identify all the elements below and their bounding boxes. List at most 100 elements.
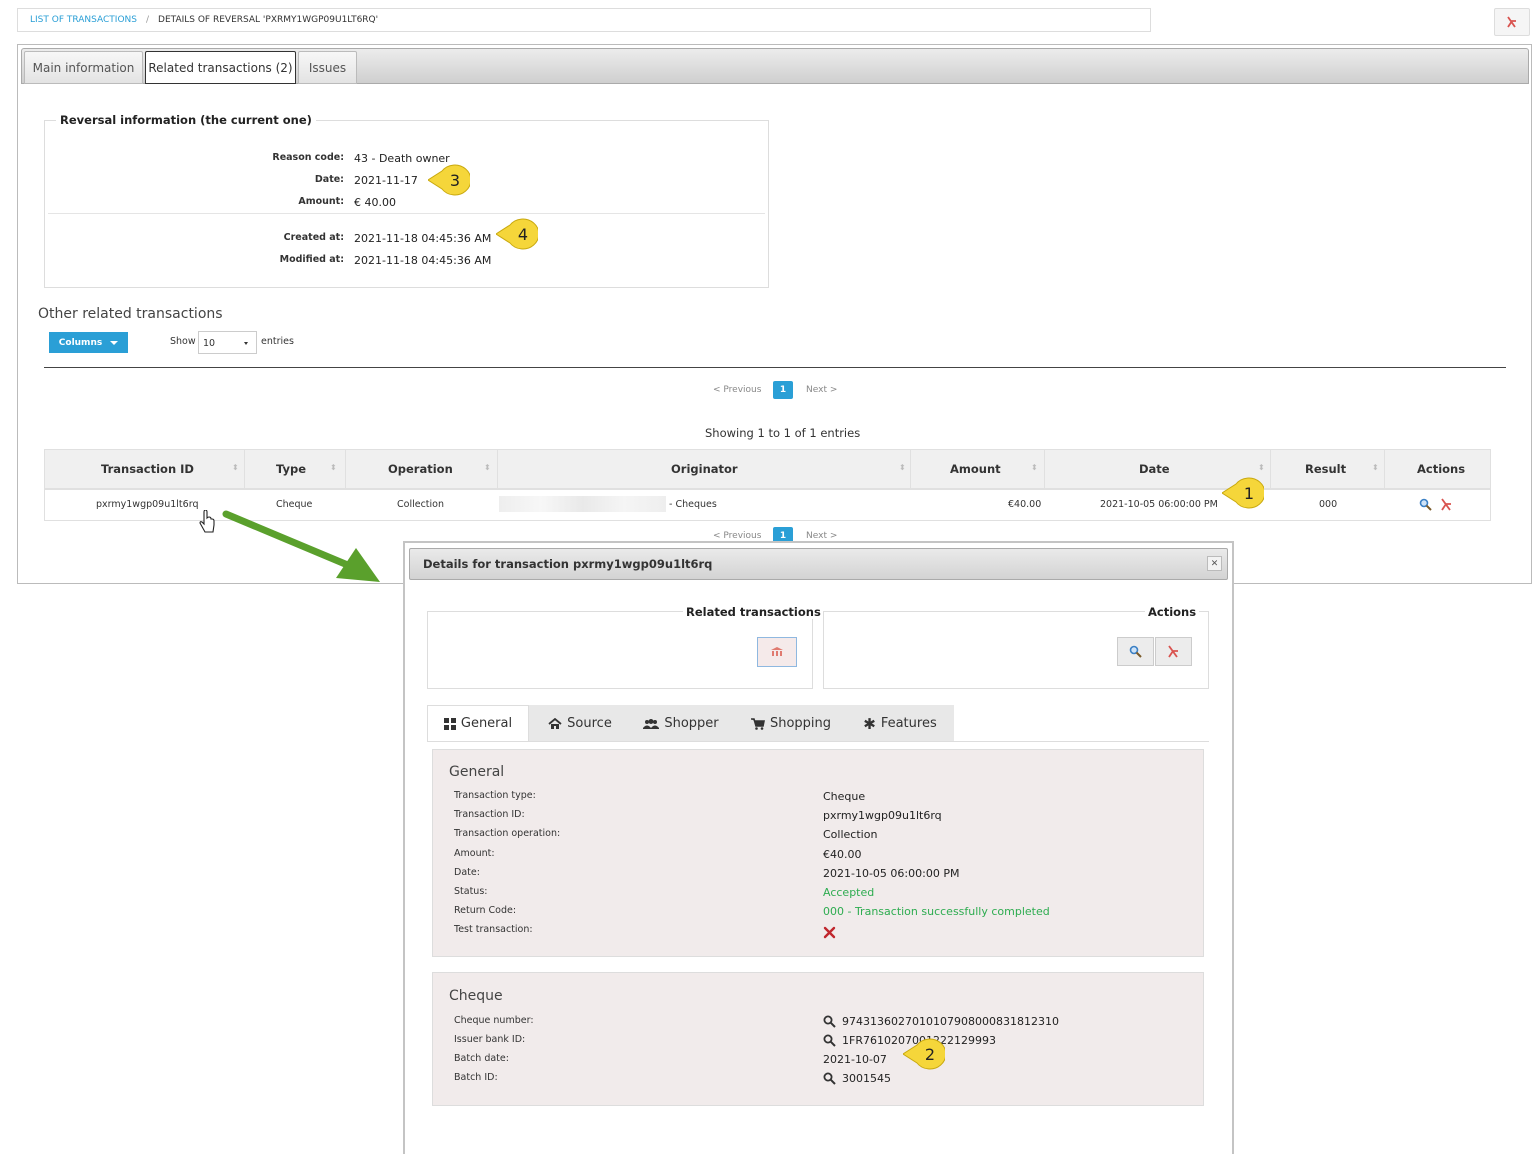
users-icon — [643, 718, 660, 729]
reversal-legend: Reversal information (the current one) — [56, 113, 316, 127]
tab-related-transactions[interactable]: Related transactions (2) — [145, 51, 296, 84]
date-label: Date: — [314, 174, 344, 185]
columns-button-label: Columns — [58, 337, 103, 348]
search-icon[interactable] — [823, 1034, 836, 1047]
related-transaction-button[interactable] — [757, 637, 797, 667]
annotation-arrow — [222, 510, 380, 582]
tab-issues[interactable]: Issues — [298, 51, 357, 84]
breadcrumb-link-transactions[interactable]: LIST OF TRANSACTIONS — [30, 15, 137, 25]
search-icon[interactable] — [823, 1072, 836, 1085]
field-label: Transaction type: — [454, 790, 536, 801]
batch-id-text: 3001545 — [842, 1072, 891, 1085]
pdf-button[interactable] — [1155, 637, 1192, 666]
cheque-number-text: 97431360270101079080008318123​10 — [842, 1015, 1059, 1028]
field-label: Status: — [454, 886, 488, 897]
hand-cursor-icon — [199, 510, 215, 533]
modal-tab-source[interactable]: Source — [540, 705, 620, 742]
modal-tab-underline — [427, 741, 1209, 742]
cell-operation: Collection — [397, 499, 444, 510]
tab-main-information[interactable]: Main information — [24, 51, 143, 84]
cell-transaction-id[interactable]: pxrmy1wgp09u1lt6rq — [96, 499, 198, 510]
col-header-amount[interactable]: Amount — [950, 462, 1001, 476]
sort-icon: ⬍ — [232, 463, 239, 472]
field-label: Cheque number: — [454, 1015, 534, 1026]
modified-at-value: 2021-11-18 04:45:36 AM — [354, 254, 492, 267]
created-at-label: Created at: — [283, 232, 344, 243]
pdf-icon[interactable] — [1440, 498, 1453, 511]
col-header-transaction-id[interactable]: Transaction ID — [101, 462, 194, 476]
pagination-previous[interactable]: < Previous — [713, 385, 761, 395]
modal-tab-shopping[interactable]: Shopping — [746, 705, 836, 742]
col-header-originator[interactable]: Originator — [671, 462, 738, 476]
callout-4: 4 — [496, 218, 538, 250]
field-value: €40.00 — [823, 848, 862, 861]
home-icon — [548, 717, 562, 729]
modal-tab-shopper[interactable]: Shopper — [638, 705, 724, 742]
export-pdf-button[interactable] — [1494, 8, 1530, 36]
field-label: Issuer bank ID: — [454, 1034, 526, 1045]
status-value: Accepted — [823, 886, 875, 899]
show-label: Show — [170, 336, 196, 347]
cheque-number-value: 97431360270101079080008318123​10 — [823, 1015, 1059, 1028]
modal-tab-shopper-label: Shopper — [664, 716, 719, 731]
callout-3-number: 3 — [450, 171, 460, 190]
modal-tab-shopping-label: Shopping — [769, 716, 832, 731]
callout-1: 1 — [1222, 477, 1264, 509]
bank-icon — [771, 647, 783, 656]
columns-button[interactable]: Columns — [49, 332, 128, 353]
field-label: Batch date: — [454, 1053, 509, 1064]
field-label: Test transaction: — [454, 924, 533, 935]
modal-tab-general[interactable]: General — [427, 705, 529, 742]
cell-originator: - Cheques — [669, 499, 717, 510]
cell-amount: €40.00 — [1008, 499, 1042, 510]
return-code-value: 000 - Transaction successfully completed — [823, 905, 1050, 918]
search-icon[interactable] — [1419, 498, 1432, 511]
modified-at-label: Modified at: — [279, 254, 344, 265]
field-value: 2021-10-05 06:00:00 PM — [823, 867, 960, 880]
pagination-page-1[interactable]: 1 — [773, 381, 793, 399]
entries-label: entries — [261, 336, 294, 347]
col-header-date[interactable]: Date — [1139, 462, 1170, 476]
actions-title: Actions — [1145, 605, 1200, 619]
field-label: Transaction operation: — [454, 828, 561, 839]
pdf-icon — [1507, 16, 1516, 28]
sort-icon: ⬍ — [1031, 463, 1038, 472]
col-header-operation[interactable]: Operation — [388, 462, 453, 476]
col-header-result[interactable]: Result — [1305, 462, 1346, 476]
modal-tab-features-label: Features — [880, 716, 937, 731]
created-at-value: 2021-11-18 04:45:36 AM — [354, 232, 492, 245]
col-header-type[interactable]: Type — [276, 462, 306, 476]
view-button[interactable] — [1117, 637, 1154, 666]
cart-icon — [750, 717, 765, 730]
pagination-next-bottom[interactable]: Next > — [806, 531, 837, 541]
close-button[interactable]: ✕ — [1207, 556, 1222, 571]
amount-label: Amount: — [298, 196, 344, 207]
table-top-rule — [44, 367, 1506, 368]
field-label: Amount: — [454, 848, 495, 859]
field-label: Transaction ID: — [454, 809, 525, 820]
batch-id-value: 3001545 — [823, 1072, 891, 1085]
sort-icon: ⬍ — [484, 463, 491, 472]
callout-2-number: 2 — [925, 1045, 935, 1064]
modal-tab-source-label: Source — [567, 716, 612, 731]
table-header — [44, 449, 1491, 489]
pagination-next[interactable]: Next > — [806, 385, 837, 395]
related-transactions-title: Related transactions — [683, 605, 824, 619]
other-related-title: Other related transactions — [38, 306, 223, 322]
cheque-section-title: Cheque — [449, 988, 503, 1004]
divider — [48, 213, 765, 214]
date-value: 2021-11-17 — [354, 174, 418, 187]
callout-4-number: 4 — [518, 225, 528, 244]
modal-tab-features[interactable]: ✱ Features — [857, 705, 943, 742]
col-header-actions: Actions — [1417, 462, 1466, 476]
cell-originator-redacted — [499, 496, 666, 512]
asterisk-icon: ✱ — [863, 714, 876, 733]
sort-icon: ⬍ — [899, 463, 906, 472]
entries-select[interactable]: 10 — [198, 331, 257, 354]
related-transactions-box — [427, 611, 813, 689]
amount-value: € 40.00 — [354, 196, 396, 209]
batch-date-value: 2021-10-07 — [823, 1053, 887, 1066]
general-section-title: General — [449, 764, 505, 780]
pagination-previous-bottom[interactable]: < Previous — [713, 531, 761, 541]
search-icon[interactable] — [823, 1015, 836, 1028]
